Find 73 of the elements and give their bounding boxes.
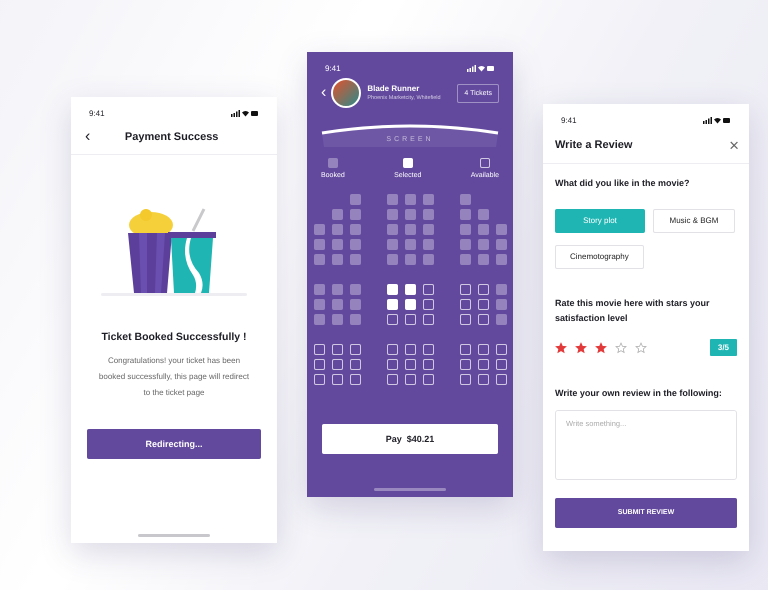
- seat[interactable]: [478, 299, 488, 310]
- status-time: 9:41: [561, 116, 577, 124]
- back-button[interactable]: ‹: [321, 85, 326, 101]
- seat[interactable]: [460, 359, 470, 370]
- review-label: Write your own review in the following:: [555, 388, 723, 400]
- close-button[interactable]: ×: [729, 136, 739, 154]
- seat[interactable]: [478, 284, 488, 296]
- screen-title: Write a Review: [555, 138, 632, 152]
- seat[interactable]: [478, 314, 488, 326]
- seat[interactable]: [422, 374, 434, 386]
- seat[interactable]: [350, 344, 360, 356]
- seat[interactable]: [460, 374, 470, 386]
- seat[interactable]: [404, 299, 416, 310]
- seat[interactable]: [404, 314, 416, 326]
- seat[interactable]: [314, 374, 324, 386]
- seat[interactable]: [496, 344, 506, 356]
- option-chip[interactable]: Cinemotography: [555, 244, 644, 269]
- seat[interactable]: [386, 359, 398, 370]
- seat[interactable]: [314, 359, 324, 370]
- legend-seat-icon: [402, 158, 413, 168]
- option-chip[interactable]: Music & BGM: [653, 208, 735, 233]
- star-icon[interactable]: [615, 342, 627, 354]
- star-icon[interactable]: [575, 342, 587, 354]
- pay-button[interactable]: Pay $40.21: [322, 424, 498, 454]
- rating-prompt: Rate this movie here with stars your satisfaction level: [555, 296, 711, 326]
- legend-seat-icon: [328, 158, 338, 168]
- seat[interactable]: [460, 299, 470, 310]
- status-icons: [231, 110, 259, 116]
- seat[interactable]: [386, 284, 398, 296]
- seat[interactable]: [460, 284, 470, 296]
- seat[interactable]: [478, 374, 488, 386]
- rating-badge: 3/5: [710, 339, 737, 356]
- status-icons: [467, 64, 495, 72]
- seat[interactable]: [386, 299, 398, 310]
- seat[interactable]: [404, 284, 416, 296]
- seat[interactable]: [404, 359, 416, 370]
- question-text: What did you like in the movie?: [555, 178, 691, 190]
- movie-title: Blade Runner: [367, 84, 420, 94]
- legend-seat-icon: [480, 158, 490, 168]
- star-icon[interactable]: [595, 342, 607, 354]
- seat[interactable]: [350, 374, 360, 386]
- status-icons: [703, 116, 731, 124]
- seat[interactable]: [422, 344, 434, 356]
- seat[interactable]: [386, 314, 398, 326]
- seat[interactable]: [460, 314, 470, 326]
- seat[interactable]: [496, 359, 506, 370]
- movie-poster-placeholder: [331, 78, 362, 108]
- seat[interactable]: [422, 359, 434, 370]
- screen-title: Payment Success: [124, 131, 220, 143]
- status-time: 9:41: [89, 108, 105, 118]
- star-icon[interactable]: [555, 342, 567, 354]
- seat[interactable]: [332, 344, 342, 356]
- seat[interactable]: [422, 299, 434, 310]
- success-heading: Ticket Booked Successfully !: [101, 331, 247, 345]
- seat[interactable]: [478, 359, 488, 370]
- seat[interactable]: [332, 374, 342, 386]
- seat[interactable]: [422, 284, 434, 296]
- seat[interactable]: [314, 344, 324, 356]
- redirecting-button[interactable]: Redirecting...: [87, 428, 261, 459]
- seat[interactable]: [332, 359, 342, 370]
- seat[interactable]: [386, 344, 398, 356]
- seat[interactable]: [386, 374, 398, 386]
- seat[interactable]: [460, 344, 470, 356]
- seat[interactable]: [404, 374, 416, 386]
- status-time: 9:41: [325, 64, 341, 72]
- seat[interactable]: [478, 344, 488, 356]
- seat[interactable]: [404, 344, 416, 356]
- back-button[interactable]: ‹: [85, 129, 90, 145]
- seat[interactable]: [422, 314, 434, 326]
- star-icon[interactable]: [635, 342, 647, 354]
- seat[interactable]: [496, 374, 506, 386]
- success-message: Congratulations! your ticket has been booked successfully, this page will redirect to the ticket page: [98, 354, 250, 399]
- seat[interactable]: [350, 359, 360, 370]
